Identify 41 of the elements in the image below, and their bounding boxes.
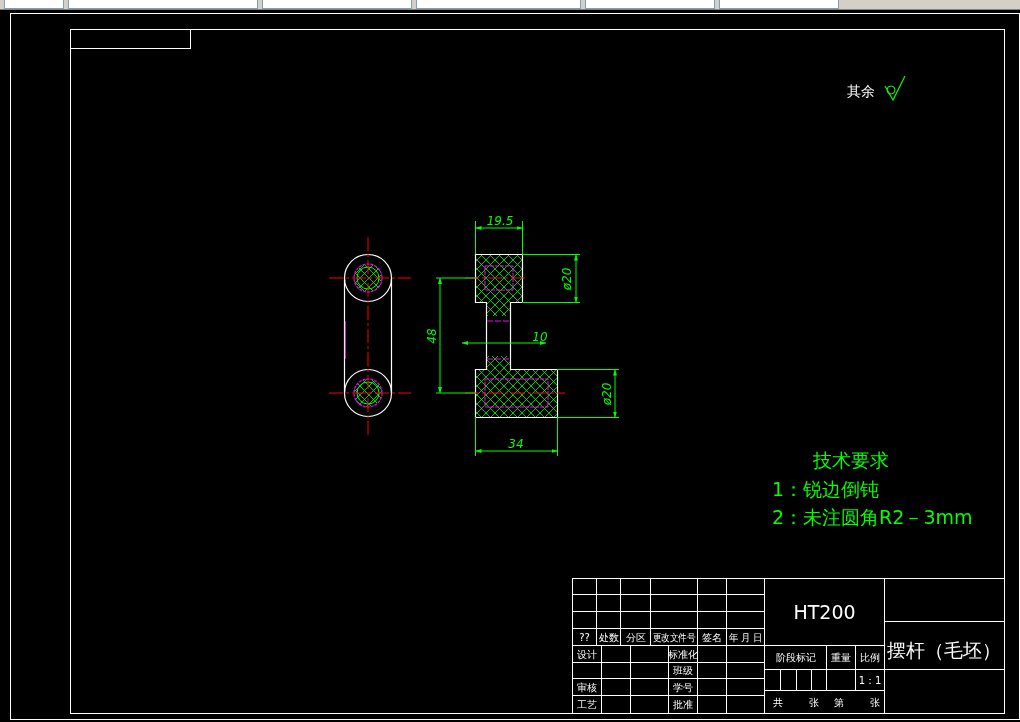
role-label: 工艺 (577, 698, 597, 710)
dimension-label: 10 (532, 330, 548, 344)
dropdown-field[interactable] (262, 0, 412, 9)
requirements-title: 技术要求 (813, 449, 889, 471)
requirement-item: 1：锐边倒钝 (772, 478, 880, 500)
dimension-label: 34 (508, 437, 524, 451)
role-label: 设计 (577, 648, 597, 660)
revision-header: ?? (579, 631, 590, 643)
material-label: HT200 (793, 601, 856, 623)
stage-header: 重量 (831, 651, 851, 663)
dropdown-field[interactable] (68, 0, 258, 9)
approval-label: 批准 (673, 698, 693, 710)
dimension-label: ø20 (560, 267, 574, 291)
dimension-label: ø20 (600, 382, 614, 406)
revision-header: 年 月 日 (728, 631, 765, 643)
dimension-label: 48 (425, 328, 439, 344)
sheet-label: 张 (809, 696, 819, 708)
approval-label: 学号 (673, 681, 693, 693)
sheet-label: 第 (834, 696, 844, 708)
revision-header: 更改文件号 (652, 631, 703, 643)
approval-label: 班级 (673, 664, 693, 676)
sheet-label: 共 (773, 696, 783, 708)
part-name: 摆杆（毛坯） (887, 639, 1001, 661)
revision-header: 处数 (598, 631, 619, 643)
dropdown-field[interactable] (585, 0, 715, 9)
dimension-line (521, 254, 581, 303)
dimension-line (556, 369, 620, 418)
role-label: 审核 (577, 681, 597, 693)
dropdown-field[interactable] (416, 0, 581, 9)
stage-header: 阶段标记 (775, 651, 816, 663)
dropdown-field[interactable] (719, 0, 839, 9)
scale-value: 1：1 (858, 674, 882, 686)
revision-header: 签名 (702, 631, 722, 643)
requirement-item: 2：未注圆角R2－3mm (772, 506, 973, 528)
roughness-note: 其余 (847, 83, 875, 99)
revision-header: 分区 (625, 631, 646, 643)
sheet-label: 张 (870, 696, 880, 708)
stage-header: 比例 (860, 651, 880, 663)
dimension-label: 19.5 (486, 214, 514, 228)
dropdown-field[interactable] (4, 0, 64, 9)
roughness-symbol-icon (884, 75, 906, 102)
